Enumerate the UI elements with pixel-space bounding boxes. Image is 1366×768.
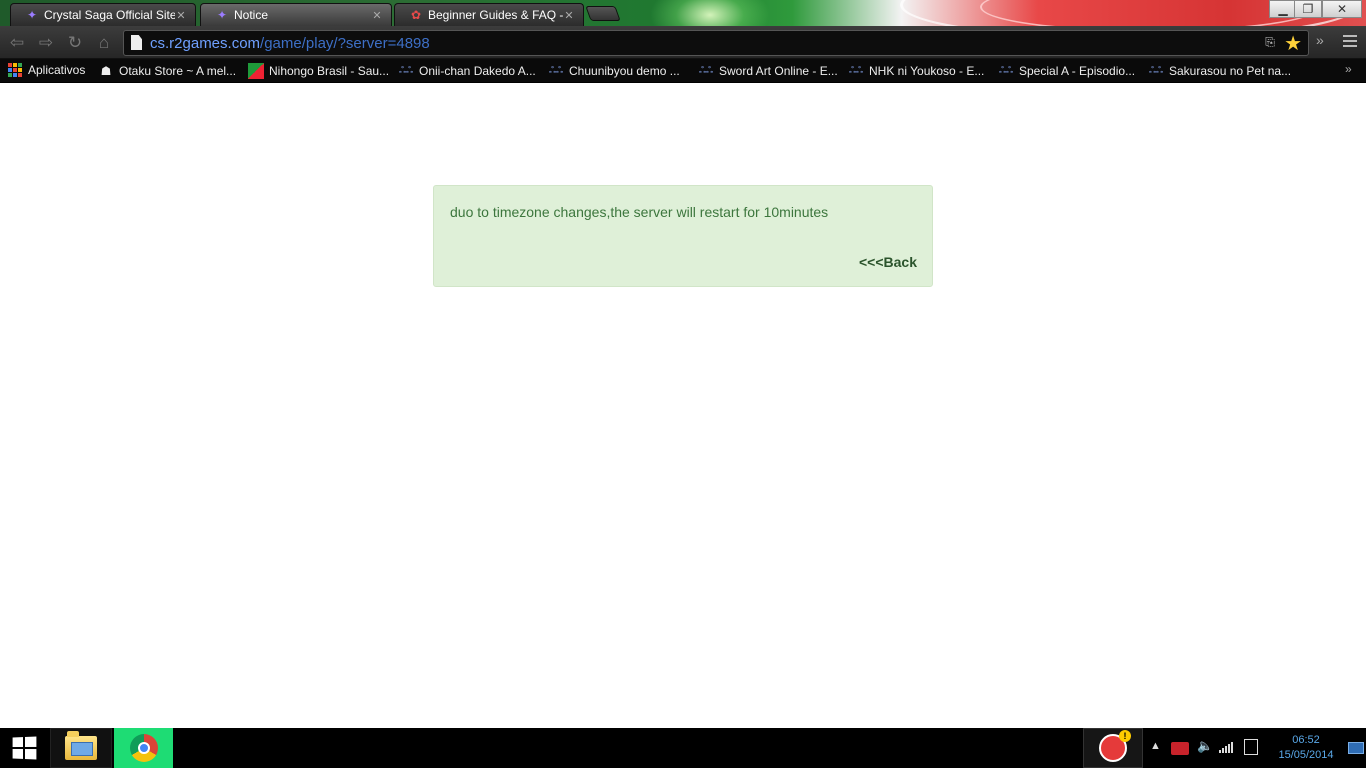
app-alert-icon — [1099, 730, 1131, 762]
url-host: cs.r2games.com — [150, 35, 261, 52]
folder-icon — [65, 731, 97, 760]
bookmark-apps[interactable]: Aplicativos — [8, 63, 85, 77]
taskbar-notification-app[interactable] — [1083, 728, 1143, 768]
clock-time: 06:52 — [1292, 734, 1320, 746]
tab-close-icon[interactable]: ✕ — [371, 9, 383, 22]
network-adapter-icon[interactable] — [1171, 742, 1189, 755]
tab-close-icon[interactable]: ✕ — [175, 9, 187, 22]
chrome-menu-button[interactable] — [1340, 32, 1360, 52]
show-hidden-icons-icon[interactable]: ▲ — [1150, 740, 1161, 752]
anime-site-icon: ஃஃ — [548, 65, 564, 75]
chrome-icon — [129, 734, 158, 762]
bookmark-label: Sword Art Online - E... — [719, 64, 838, 78]
close-icon: ✕ — [1336, 2, 1348, 16]
guide-icon: ✿ — [410, 8, 422, 22]
bookmark-onii-chan[interactable]: ஃஃ Onii-chan Dakedo A... — [398, 63, 536, 79]
apps-grid-icon — [8, 63, 22, 77]
bookmark-chuunibyou[interactable]: ஃஃ Chuunibyou demo ... — [548, 63, 680, 79]
extensions-overflow-icon[interactable]: » — [1316, 32, 1324, 48]
bookmark-sakurasou[interactable]: ஃஃ Sakurasou no Pet na... — [1148, 63, 1291, 79]
home-button[interactable]: ⌂ — [93, 32, 115, 54]
crystal-saga-icon: ✦ — [26, 8, 38, 22]
forward-button[interactable]: ⇨ — [35, 32, 57, 54]
maximize-button[interactable]: ❐ — [1294, 0, 1322, 18]
start-button[interactable] — [0, 728, 48, 768]
bookmark-label: Aplicativos — [28, 63, 86, 77]
url-path: /game/play/?server=4898 — [260, 35, 430, 52]
minimize-icon: ▁ — [1278, 2, 1288, 16]
power-icon[interactable] — [1244, 739, 1258, 755]
address-url[interactable]: cs.r2games.com/game/play/?server=4898 — [150, 35, 430, 52]
bookmark-star-icon[interactable]: ★ — [1284, 31, 1302, 56]
nihongo-brasil-icon — [248, 63, 264, 79]
anime-site-icon: ஃஃ — [848, 65, 864, 75]
windows-taskbar: ▲ 🔈 06:52 15/05/2014 — [0, 728, 1366, 768]
taskbar-chrome[interactable] — [114, 728, 173, 768]
anime-site-icon: ஃஃ — [698, 65, 714, 75]
anime-site-icon: ஃஃ — [998, 65, 1014, 75]
tab-crystal-saga[interactable]: ✦ Crystal Saga Official Site – ✕ — [10, 3, 196, 26]
anime-site-icon: ஃஃ — [1148, 65, 1164, 75]
new-tab-button[interactable] — [585, 6, 621, 21]
page-content: duo to timezone changes,the server will … — [0, 84, 1366, 728]
tab-label: Beginner Guides & FAQ - — [428, 8, 563, 22]
bookmarks-overflow-icon[interactable]: » — [1345, 62, 1352, 76]
crystal-saga-icon: ✦ — [216, 8, 228, 22]
close-window-button[interactable]: ✕ — [1322, 0, 1362, 18]
tab-beginner-guides[interactable]: ✿ Beginner Guides & FAQ - ✕ — [394, 3, 584, 26]
reload-icon: ↻ — [67, 33, 83, 52]
tab-notice[interactable]: ✦ Notice ✕ — [200, 3, 392, 26]
windows-logo-icon — [12, 736, 37, 760]
theme-glow-decoration — [650, 0, 770, 26]
bookmark-label: Sakurasou no Pet na... — [1169, 64, 1292, 78]
address-bar[interactable]: cs.r2games.com/game/play/?server=4898 ⎘ … — [123, 30, 1309, 56]
bookmark-label: Otaku Store ~ A mel... — [119, 64, 237, 78]
menu-bar-icon — [1343, 40, 1357, 42]
bookmark-label: Special A - Episodio... — [1019, 64, 1136, 78]
notice-message: duo to timezone changes,the server will … — [450, 204, 829, 220]
tab-close-icon[interactable]: ✕ — [563, 9, 575, 22]
tab-label: Notice — [234, 8, 269, 22]
bookmark-label: Nihongo Brasil - Sau... — [269, 64, 390, 78]
bookmark-label: NHK ni Youkoso - E... — [869, 64, 985, 78]
reload-button[interactable]: ↻ — [64, 32, 86, 54]
volume-icon[interactable]: 🔈 — [1197, 738, 1213, 754]
bookmark-otaku-store[interactable]: ☗ Otaku Store ~ A mel... — [98, 63, 236, 79]
clock-date: 15/05/2014 — [1278, 749, 1334, 761]
back-button[interactable]: ⇦ — [6, 32, 28, 54]
translate-icon[interactable]: ⎘ — [1262, 35, 1278, 51]
home-icon: ⌂ — [98, 33, 110, 52]
system-clock[interactable]: 06:52 15/05/2014 — [1272, 733, 1340, 763]
menu-bar-icon — [1343, 35, 1357, 37]
bookmark-sword-art-online[interactable]: ஃஃ Sword Art Online - E... — [698, 63, 838, 79]
bookmark-label: Chuunibyou demo ... — [569, 64, 680, 78]
arrow-right-icon: ⇨ — [38, 33, 54, 52]
page-icon — [131, 35, 142, 50]
tab-label: Crystal Saga Official Site – — [44, 8, 175, 22]
bookmark-label: Onii-chan Dakedo A... — [419, 64, 536, 78]
bookmark-nhk-ni-youkoso[interactable]: ஃஃ NHK ni Youkoso - E... — [848, 63, 984, 79]
arrow-left-icon: ⇦ — [9, 33, 25, 52]
minimize-button[interactable]: ▁ — [1269, 0, 1297, 18]
menu-bar-icon — [1343, 45, 1357, 47]
otaku-store-icon: ☗ — [100, 64, 112, 78]
back-link[interactable]: <<<Back — [859, 254, 917, 270]
bookmark-special-a[interactable]: ஃஃ Special A - Episodio... — [998, 63, 1135, 79]
restore-icon: ❐ — [1302, 2, 1314, 16]
notice-alert: duo to timezone changes,the server will … — [433, 185, 933, 287]
anime-site-icon: ஃஃ — [398, 65, 414, 75]
show-desktop-icon[interactable] — [1348, 742, 1364, 754]
bookmark-nihongo-brasil[interactable]: Nihongo Brasil - Sau... — [248, 63, 389, 79]
taskbar-file-explorer[interactable] — [50, 728, 112, 768]
wifi-signal-icon[interactable] — [1219, 741, 1235, 753]
